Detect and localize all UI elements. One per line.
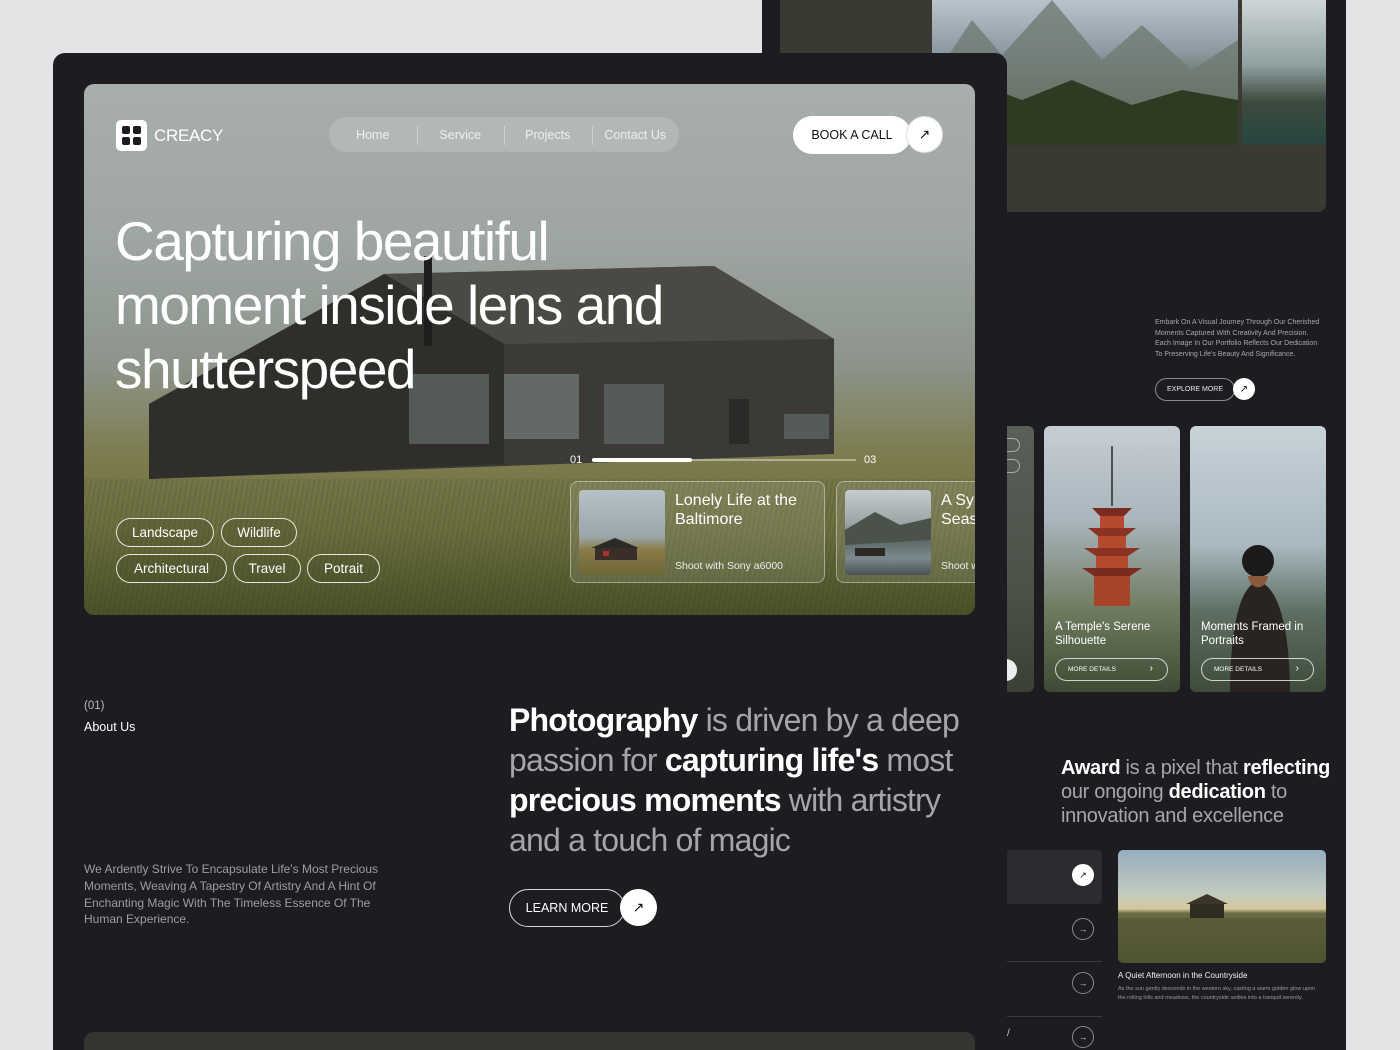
tag-potrait[interactable]: Potrait [307,554,380,583]
arrow-right-icon[interactable]: → [1072,1026,1094,1048]
award-segment: is a pixel that [1120,757,1244,779]
more-details-button[interactable]: MORE DETAILS › [1055,658,1168,681]
award-row[interactable]: → [1007,962,1102,1017]
award-segment: Award [1061,757,1121,779]
countryside-photo [1118,850,1326,963]
logo-icon[interactable] [116,120,147,151]
more-details-button[interactable]: MORE DETAILS › [1201,658,1314,681]
award-statement: Award is a pixel that reflecting our ong… [1061,756,1341,828]
section-number: (01) [84,700,105,712]
award-segment: reflecting [1243,757,1331,779]
portfolio-description: Embark On A Visual Journey Through Our C… [1155,319,1320,358]
tag-travel[interactable]: Travel [233,554,301,583]
nav-service[interactable]: Service [416,125,505,145]
tag-architectural[interactable]: Architectural [116,554,227,583]
award-row-label: / [1007,1028,1010,1039]
slide-thumbnail [579,490,665,575]
main-nav: Home Service Projects Contact Us [329,117,679,152]
slide-progress [592,458,856,462]
statement-segment: most [878,742,953,778]
hero-title: Capturing beautiful moment inside lens a… [115,210,664,400]
portfolio-card-temple[interactable]: A Temple's Serene Silhouette MORE DETAIL… [1044,426,1180,692]
statement-segment: capturing life's [664,742,879,778]
award-row[interactable]: ↗ [1007,850,1102,904]
lake-photo [1242,0,1326,145]
chevron-right-icon: › [1295,663,1299,674]
slide-subtitle: Shoot with Sony a6000 [941,560,975,572]
about-description: We Ardently Strive To Encapsulate Life's… [84,862,378,927]
card-title: Moments Framed in Portraits [1201,621,1304,647]
slide-thumbnail [845,490,931,575]
more-details-label: MORE DETAILS [1068,666,1116,673]
hero-section: CREACY Home Service Projects Contact Us … [84,84,975,615]
nav-home[interactable]: Home [329,128,417,142]
card-title: A Temple's Serene Silhouette [1055,621,1151,647]
nav-projects[interactable]: Projects [504,125,592,145]
tag-wildlife[interactable]: Wildlife [221,518,297,547]
landing-page: CREACY Home Service Projects Contact Us … [53,53,1007,1050]
award-row[interactable]: → [1007,1017,1102,1050]
explore-more-button[interactable]: EXPLORE MORE [1155,378,1235,401]
arrow-right-icon[interactable]: → [1072,918,1094,940]
slide-index-start: 01 [570,454,583,466]
learn-more-button[interactable]: LEARN MORE [509,889,625,927]
nav-contact[interactable]: Contact Us [591,125,680,145]
pagoda-illustration [1082,446,1142,606]
statement-segment: precious moments [509,782,782,818]
award-row[interactable]: → [1007,904,1102,962]
arrow-up-right-icon[interactable]: ↗ [906,116,943,153]
portfolio-card-portrait[interactable]: Moments Framed in Portraits MORE DETAILS… [1190,426,1326,692]
brand-name[interactable]: CREACY [154,126,223,146]
arrow-up-right-icon[interactable]: ↗ [1233,378,1255,400]
chevron-right-icon: › [1149,663,1153,674]
slide-card[interactable]: Lonely Life at the Baltimore Shoot with … [570,481,825,583]
arrow-right-icon[interactable]: → [1072,972,1094,994]
award-caption: A Quiet Afternoon in the Countryside [1118,971,1248,980]
award-segment: dedication [1168,781,1266,803]
arrow-up-right-icon[interactable]: ↗ [620,889,657,926]
about-statement: Photography is driven by a deep passion … [509,700,979,860]
next-section-preview [84,1032,975,1050]
award-segment: our ongoing [1061,781,1169,803]
arrow-up-right-icon[interactable]: ↗ [1072,864,1094,886]
award-description: As the sun gently descends in the wester… [1118,986,1316,1001]
slide-title: A Symphony of Seasons [941,492,975,528]
slide-title: Lonely Life at the Baltimore [675,492,797,528]
statement-segment: Photography [509,702,698,738]
slide-progress-fill [592,458,693,462]
slide-index-end: 03 [864,454,877,466]
section-label: About Us [84,720,136,734]
more-details-label: MORE DETAILS [1214,666,1262,673]
tag-landscape[interactable]: Landscape [116,518,214,547]
book-a-call-button[interactable]: BOOK A CALL [793,116,911,154]
slide-card[interactable]: A Symphony of Seasons Shoot with Sony a6… [836,481,975,583]
slide-subtitle: Shoot with Sony a6000 [675,560,783,572]
